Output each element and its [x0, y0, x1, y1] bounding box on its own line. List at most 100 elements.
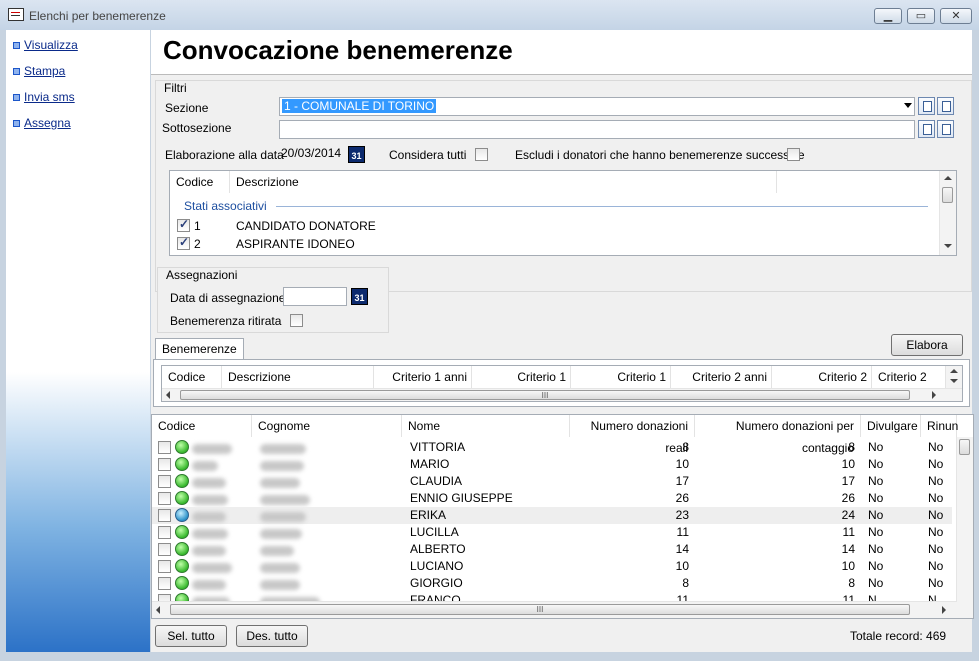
calendar-icon[interactable]: 31 — [351, 288, 368, 305]
sezione-combo[interactable]: 1 - COMUNALE DI TORINO — [279, 97, 915, 116]
col-header[interactable]: Criterio 2 tolle — [872, 366, 946, 401]
sidebar-item-label: Assegna — [24, 116, 71, 130]
col-header[interactable]: Descrizione — [222, 366, 374, 388]
close-button[interactable]: ✕ — [940, 8, 972, 24]
considera-checkbox[interactable] — [475, 148, 488, 161]
col-header-donazioni-reali[interactable]: Numero donazioni reali — [570, 415, 695, 455]
col-header-donazioni-contaggio[interactable]: Numero donazioni per contaggio — [695, 415, 861, 455]
row-checkbox[interactable] — [158, 560, 171, 573]
sottosezione-field[interactable] — [279, 120, 915, 139]
codice-redacted — [192, 529, 228, 539]
row-checkbox[interactable] — [158, 458, 171, 471]
table-row[interactable]: LUCIANO 10 10 No No — [152, 558, 952, 575]
table-row[interactable]: GIORGIO 8 8 No No — [152, 575, 952, 592]
results-hscroll[interactable]: III — [152, 601, 957, 618]
table-row[interactable]: CLAUDIA 17 17 No No — [152, 473, 952, 490]
divulgare-cell: No — [868, 525, 884, 539]
rinun-cell: No — [928, 474, 944, 488]
col-header-cognome[interactable]: Cognome — [252, 415, 402, 437]
elaborazione-label: Elaborazione alla data — [165, 148, 284, 162]
col-header[interactable]: Codice — [162, 366, 222, 388]
stato-checkbox[interactable] — [177, 217, 190, 232]
nome-cell: ENNIO GIUSEPPE — [410, 491, 513, 505]
sidebar: Visualizza Stampa Invia sms Assegna — [6, 30, 150, 652]
scroll-up-icon[interactable] — [944, 176, 952, 180]
scroll-thumb[interactable]: III — [180, 390, 910, 400]
col-header[interactable]: Criterio 2 anni — [671, 366, 772, 388]
row-checkbox[interactable] — [158, 475, 171, 488]
scroll-down-icon[interactable] — [950, 379, 958, 383]
search-icon[interactable] — [918, 120, 935, 138]
scroll-right-icon[interactable] — [932, 391, 936, 399]
escludi-label: Escludi i donatori che hanno benemerenze… — [515, 148, 805, 162]
scroll-thumb[interactable] — [942, 187, 953, 203]
scroll-right-icon[interactable] — [942, 606, 946, 614]
results-vscroll[interactable] — [956, 437, 973, 618]
scroll-thumb[interactable]: III — [170, 604, 910, 615]
table-row[interactable]: ERIKA 23 24 No No — [152, 507, 952, 524]
search-icon[interactable] — [918, 97, 935, 115]
status-icon — [175, 525, 189, 539]
document-icon[interactable] — [937, 97, 954, 115]
col-header[interactable]: Criterio 1 anni — [374, 366, 472, 388]
table-row[interactable]: ENNIO GIUSEPPE 26 26 No No — [152, 490, 952, 507]
filtri-legend: Filtri — [164, 81, 187, 95]
col-header-descrizione[interactable]: Descrizione — [230, 171, 777, 193]
sidebar-item-invia-sms[interactable]: Invia sms — [13, 90, 75, 104]
sidebar-item-assegna[interactable]: Assegna — [13, 116, 71, 130]
table-row[interactable]: ALBERTO 14 14 No No — [152, 541, 952, 558]
row-checkbox[interactable] — [158, 492, 171, 505]
sidebar-item-stampa[interactable]: Stampa — [13, 64, 65, 78]
col-header-rinun[interactable]: Rinun — [921, 415, 958, 437]
considera-label: Considera tutti — [389, 148, 467, 162]
row-checkbox[interactable] — [158, 509, 171, 522]
maximize-button[interactable]: ▭ — [907, 8, 935, 24]
col-header-divulgare[interactable]: Divulgare — [861, 415, 921, 437]
divulgare-cell: No — [868, 559, 884, 573]
stato-code: 1 — [194, 219, 201, 233]
select-all-button[interactable]: Sel. tutto — [155, 625, 227, 647]
table-row[interactable]: MARIO 10 10 No No — [152, 456, 952, 473]
elaborazione-date-field[interactable]: 20/03/2014 — [279, 145, 347, 164]
scroll-left-icon[interactable] — [166, 391, 170, 399]
chevron-down-icon[interactable] — [904, 103, 912, 108]
stati-scrollbar[interactable] — [939, 171, 956, 255]
row-checkbox[interactable] — [158, 441, 171, 454]
deselect-all-button[interactable]: Des. tutto — [236, 625, 308, 647]
col-header[interactable]: Criterio 1 tolleran... — [571, 366, 671, 401]
scroll-up-icon[interactable] — [950, 369, 958, 373]
codice-redacted — [192, 478, 226, 488]
nome-cell: GIORGIO — [410, 576, 463, 590]
donazioni-reali-cell: 8 — [682, 576, 689, 590]
minimize-button[interactable]: ▁ — [874, 8, 902, 24]
stato-desc: CANDIDATO DONATORE — [236, 219, 376, 233]
benemerenze-vscroll[interactable] — [946, 366, 962, 388]
table-row[interactable]: LUCILLA 11 11 No No — [152, 524, 952, 541]
ritirata-checkbox[interactable] — [290, 314, 303, 327]
assegnazioni-legend: Assegnazioni — [166, 268, 238, 282]
row-checkbox[interactable] — [158, 543, 171, 556]
scroll-down-icon[interactable] — [944, 244, 952, 248]
calendar-icon[interactable]: 31 — [348, 146, 365, 163]
col-header-nome[interactable]: Nome — [402, 415, 570, 437]
col-header-codice[interactable]: Codice — [152, 415, 252, 437]
col-header[interactable]: Criterio 1 donazi... — [472, 366, 571, 401]
document-icon[interactable] — [937, 120, 954, 138]
stato-checkbox[interactable] — [177, 235, 190, 250]
col-header[interactable]: Criterio 2 donazi... — [772, 366, 872, 401]
row-checkbox[interactable] — [158, 577, 171, 590]
sidebar-item-visualizza[interactable]: Visualizza — [13, 38, 78, 52]
scroll-left-icon[interactable] — [156, 606, 160, 614]
col-header-codice[interactable]: Codice — [170, 171, 230, 193]
table-row[interactable]: VITTORIA 8 8 No No — [152, 439, 952, 456]
status-icon — [175, 508, 189, 522]
scroll-thumb[interactable] — [959, 439, 970, 455]
assegnazione-date-field[interactable] — [283, 287, 347, 306]
elabora-button[interactable]: Elabora — [891, 334, 963, 356]
benemerenze-hscroll[interactable]: III — [162, 388, 962, 401]
tab-benemerenze[interactable]: Benemerenze — [155, 338, 244, 360]
benemerenze-grid: Codice Descrizione Criterio 1 anni Crite… — [161, 365, 963, 402]
nome-cell: VITTORIA — [410, 440, 466, 454]
escludi-checkbox[interactable] — [787, 148, 800, 161]
row-checkbox[interactable] — [158, 526, 171, 539]
